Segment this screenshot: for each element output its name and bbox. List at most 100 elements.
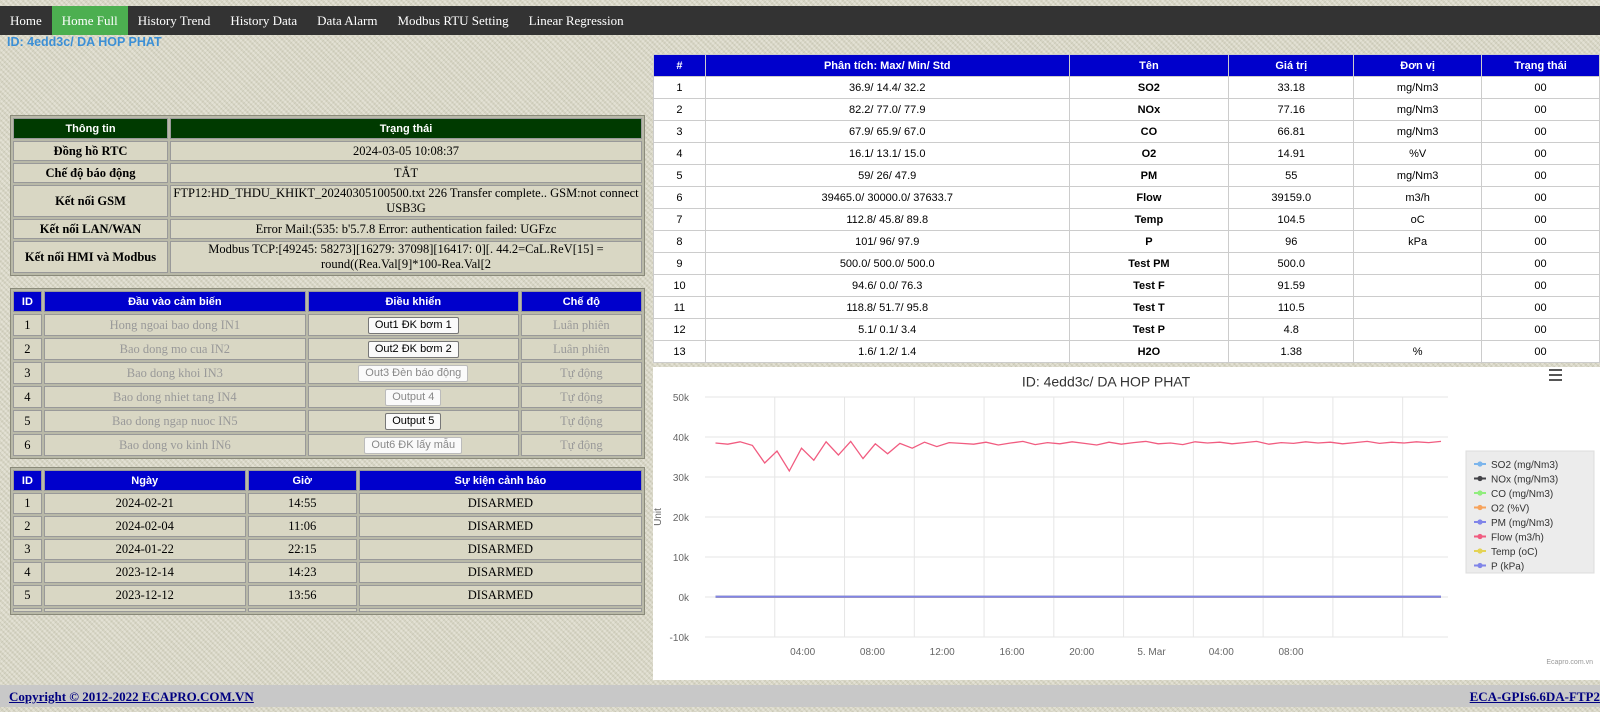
io-row: 4 Bao dong nhiet tang IN4 Output 4 Tự động bbox=[13, 386, 642, 408]
output-control-button[interactable]: Out1 ĐK bơm 1 bbox=[367, 316, 459, 334]
event-date: 2024-02-04 bbox=[43, 516, 246, 537]
x-tick-label: 08:00 bbox=[860, 647, 885, 658]
menu-icon-bar[interactable] bbox=[1549, 369, 1562, 371]
y-tick-label: 40k bbox=[673, 433, 690, 444]
event-row: 3 2024-01-22 22:15 DISARMED bbox=[13, 539, 642, 560]
legend-item[interactable]: O2 (%V) bbox=[1491, 504, 1529, 515]
event-date: 2024-02-21 bbox=[43, 493, 246, 514]
row-number: 5 bbox=[653, 164, 706, 187]
status-code: 00 bbox=[1481, 98, 1600, 121]
output-control-button[interactable]: Output 4 bbox=[385, 388, 442, 406]
io-id: 3 bbox=[13, 362, 42, 384]
firmware-link[interactable]: ECA-GPIs6.6DA-FTP2 bbox=[1470, 689, 1600, 705]
info-row: Kết nối LAN/WAN Error Mail:(535: b'5.7.8 … bbox=[13, 219, 642, 239]
output-control-button[interactable]: Output 5 bbox=[385, 412, 442, 430]
io-row: 5 Bao dong ngap nuoc IN5 Output 5 Tự động bbox=[13, 410, 642, 432]
sensor-input: Bao dong nhiet tang IN4 bbox=[43, 386, 306, 408]
menu-icon-bar[interactable] bbox=[1549, 374, 1562, 376]
row-number: 13 bbox=[653, 340, 706, 363]
info-value: TẮT bbox=[170, 163, 642, 183]
status-code: 00 bbox=[1481, 142, 1600, 165]
info-row: Kết nối GSM FTP12:HD_THDU_KHIKT_202403051… bbox=[13, 185, 642, 217]
event-date: 2024-01-22 bbox=[43, 539, 246, 560]
event-date: 2023-12-12 bbox=[43, 585, 246, 606]
row-number: 7 bbox=[653, 208, 706, 231]
y-tick-label: -10k bbox=[670, 633, 690, 644]
legend-item[interactable]: Temp (oC) bbox=[1491, 547, 1538, 558]
parameter-name: PM bbox=[1068, 164, 1230, 187]
legend-item[interactable]: Flow (m3/h) bbox=[1491, 533, 1544, 544]
legend-item[interactable]: CO (mg/Nm3) bbox=[1491, 489, 1553, 500]
control-cell: Out2 ĐK bơm 2 bbox=[307, 338, 519, 360]
output-control-button[interactable]: Out3 Đèn báo động bbox=[358, 364, 469, 382]
nav-item-modbus-rtu-setting[interactable]: Modbus RTU Setting bbox=[387, 6, 518, 35]
unit-value: %V bbox=[1353, 142, 1483, 165]
nav-item-data-alarm[interactable]: Data Alarm bbox=[307, 6, 387, 35]
current-value: 4.8 bbox=[1228, 318, 1355, 341]
stats-value: 5.1/ 0.1/ 3.4 bbox=[704, 318, 1070, 341]
legend-marker bbox=[1477, 562, 1483, 569]
nav-item-linear-regression[interactable]: Linear Regression bbox=[519, 6, 634, 35]
event-row: 1 2024-02-21 14:55 DISARMED bbox=[13, 493, 642, 514]
status-code: 00 bbox=[1481, 340, 1600, 363]
io-id: 6 bbox=[13, 434, 42, 456]
legend-item[interactable]: PM (mg/Nm3) bbox=[1491, 518, 1553, 529]
legend-marker bbox=[1477, 504, 1483, 511]
analysis-table: # Phân tích: Max/ Min/ Std Tên Giá trị Đơn v… bbox=[653, 54, 1600, 363]
output-control-button[interactable]: Out6 ĐK lấy mẫu bbox=[364, 436, 463, 454]
info-value: 2024-03-05 10:08:37 bbox=[170, 141, 642, 161]
current-value: 77.16 bbox=[1228, 98, 1355, 121]
io-row: 6 Bao dong vo kinh IN6 Out6 ĐK lấy mẫu Tự đ… bbox=[13, 434, 642, 456]
parameter-name: H2O bbox=[1068, 340, 1230, 363]
legend-marker bbox=[1477, 490, 1483, 496]
analysis-header: Đơn vị bbox=[1353, 54, 1483, 77]
output-control-button[interactable]: Out2 ĐK bơm 2 bbox=[367, 340, 459, 358]
event-text: DISARMED bbox=[358, 493, 642, 514]
mode-value: Tự động bbox=[520, 434, 642, 456]
legend-item[interactable]: NOx (mg/Nm3) bbox=[1491, 475, 1558, 486]
menu-icon-bar[interactable] bbox=[1549, 379, 1562, 381]
current-value: 1.38 bbox=[1228, 340, 1355, 363]
row-number: 4 bbox=[653, 142, 706, 165]
event-header: Ngày bbox=[43, 470, 246, 491]
parameter-name: SO2 bbox=[1068, 76, 1230, 99]
copyright-link[interactable]: Copyright © 2012-2022 ECAPRO.COM.VN bbox=[9, 689, 254, 705]
nav-item-history-trend[interactable]: History Trend bbox=[128, 6, 221, 35]
analysis-row: 12 5.1/ 0.1/ 3.4 Test P 4.8 00 bbox=[653, 318, 1600, 341]
x-tick-label: 16:00 bbox=[999, 647, 1024, 658]
control-cell: Output 4 bbox=[307, 386, 519, 408]
info-header: Thông tin bbox=[13, 118, 168, 139]
current-value: 96 bbox=[1228, 230, 1355, 253]
event-time: 14:23 bbox=[247, 562, 357, 583]
io-id: 5 bbox=[13, 410, 42, 432]
status-code: 00 bbox=[1481, 120, 1600, 143]
nav-item-home[interactable]: Home bbox=[0, 6, 52, 35]
event-time: 22:15 bbox=[247, 539, 357, 560]
mode-value: Luân phiên bbox=[520, 314, 642, 336]
unit-value bbox=[1353, 274, 1483, 297]
event-id: 4 bbox=[13, 562, 42, 583]
stats-value: 101/ 96/ 97.9 bbox=[704, 230, 1070, 253]
io-id: 1 bbox=[13, 314, 42, 336]
nav-item-home-full[interactable]: Home Full bbox=[51, 6, 128, 35]
unit-value bbox=[1353, 318, 1483, 341]
nav-item-history-data[interactable]: History Data bbox=[220, 6, 307, 35]
info-status-table: Thông tin Trạng thái Đồng hồ RTC 2024-03-05… bbox=[10, 115, 645, 276]
status-code: 00 bbox=[1481, 76, 1600, 99]
analysis-row: 1 36.9/ 14.4/ 32.2 SO2 33.18 mg/Nm3 00 bbox=[653, 76, 1600, 99]
row-number: 6 bbox=[653, 186, 706, 209]
stats-value: 82.2/ 77.0/ 77.9 bbox=[704, 98, 1070, 121]
control-cell: Out6 ĐK lấy mẫu bbox=[307, 434, 519, 456]
legend-item[interactable]: P (kPa) bbox=[1491, 562, 1524, 573]
y-tick-label: 0k bbox=[678, 593, 690, 604]
io-id: 2 bbox=[13, 338, 42, 360]
io-row: 2 Bao dong mo cua IN2 Out2 ĐK bơm 2 Luân ph… bbox=[13, 338, 642, 360]
x-tick-label: 04:00 bbox=[790, 647, 815, 658]
status-code: 00 bbox=[1481, 208, 1600, 231]
row-number: 2 bbox=[653, 98, 706, 121]
stats-value: 1.6/ 1.2/ 1.4 bbox=[704, 340, 1070, 363]
legend-item[interactable]: SO2 (mg/Nm3) bbox=[1491, 460, 1558, 471]
y-tick-label: 10k bbox=[673, 553, 690, 564]
event-text: DISARMED bbox=[358, 562, 642, 583]
current-value: 500.0 bbox=[1228, 252, 1355, 275]
